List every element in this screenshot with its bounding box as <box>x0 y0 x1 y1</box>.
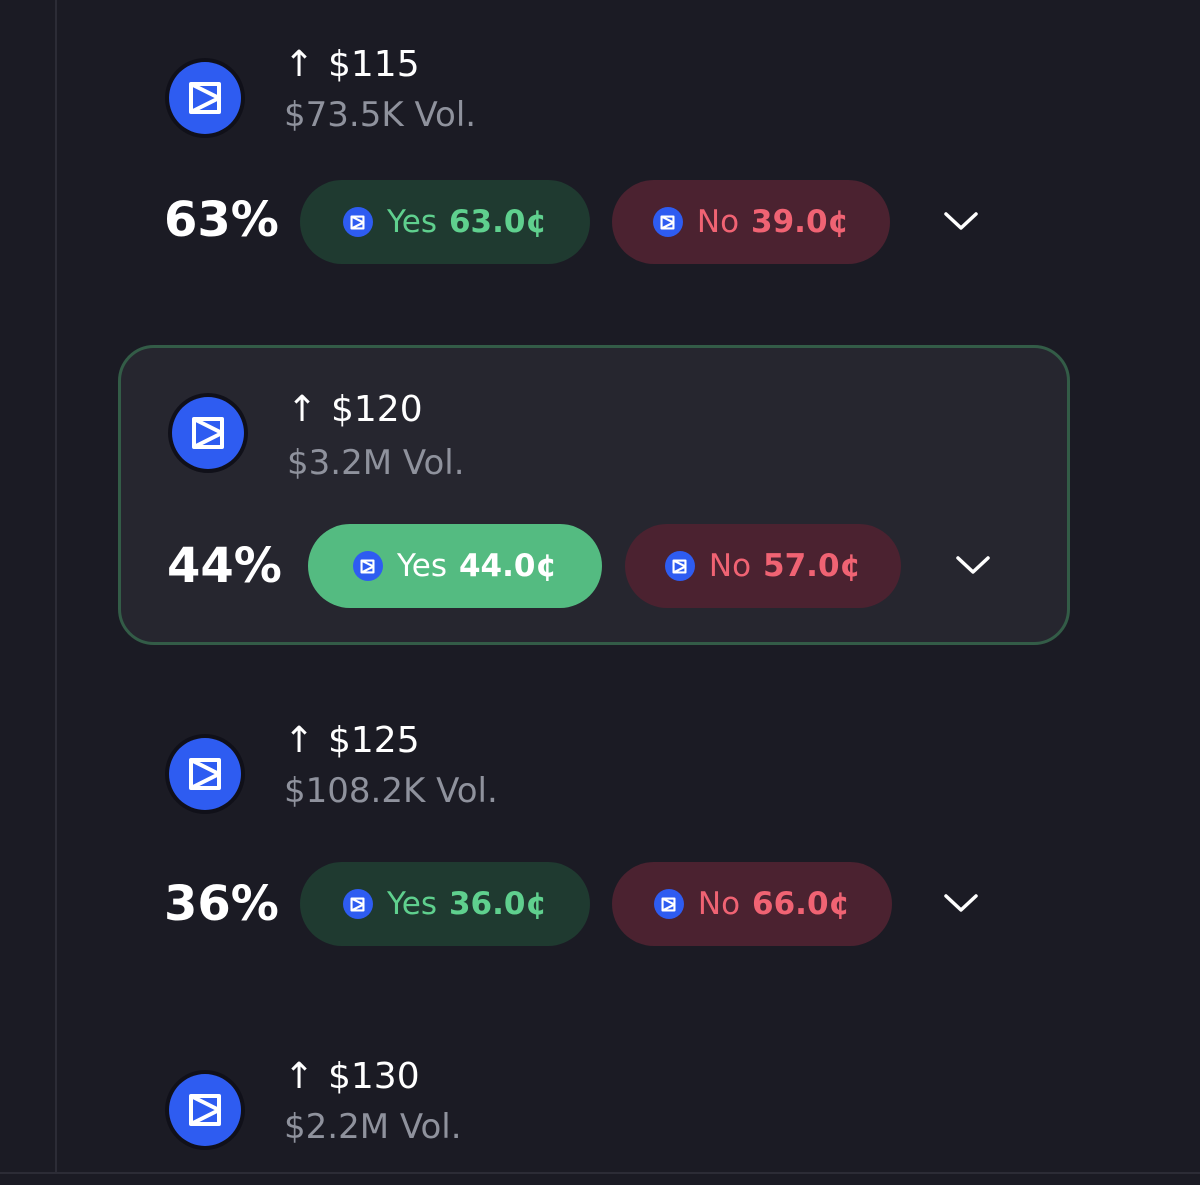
no-label: No <box>696 204 740 240</box>
market-probability: 63% <box>164 192 279 248</box>
market-volume: $2.2M Vol. <box>284 1107 462 1147</box>
yes-price: 44.0¢ <box>458 548 558 584</box>
market-logo-icon <box>165 58 245 138</box>
coin-icon <box>664 551 695 581</box>
market-title-value: $115 <box>328 44 420 85</box>
market-logo-icon <box>165 734 245 814</box>
no-label: No <box>708 548 752 584</box>
market-title: ↑ $120 <box>287 385 423 435</box>
buy-no-button[interactable]: No 66.0¢ <box>612 862 892 946</box>
chevron-down-icon[interactable] <box>950 548 996 584</box>
buy-yes-button[interactable]: Yes 36.0¢ <box>300 862 590 946</box>
no-price: 39.0¢ <box>751 204 850 240</box>
market-volume: $108.2K Vol. <box>284 771 498 811</box>
market-title: ↑ $130 <box>284 1052 420 1102</box>
yes-label: Yes <box>396 548 447 584</box>
market-row[interactable]: ↑ $125 $108.2K Vol. 36% Yes 36.0¢ No 66.0¢ <box>118 716 1070 1016</box>
no-price: 66.0¢ <box>752 886 851 922</box>
market-probability: 36% <box>164 876 279 932</box>
market-row[interactable]: ↑ $130 $2.2M Vol. <box>118 1052 1070 1172</box>
market-title: ↑ $115 <box>284 40 420 90</box>
up-arrow-icon: ↑ <box>287 389 318 430</box>
market-logo-icon <box>168 393 248 473</box>
coin-icon <box>652 207 683 237</box>
market-volume: $73.5K Vol. <box>284 95 477 135</box>
market-title: ↑ $125 <box>284 716 420 766</box>
market-probability: 44% <box>167 538 282 594</box>
market-row[interactable]: ↑ $115 $73.5K Vol. 63% Yes 63.0¢ No 39.0¢ <box>118 40 1070 340</box>
market-logo-icon <box>165 1070 245 1150</box>
buy-no-button[interactable]: No 57.0¢ <box>625 524 901 608</box>
market-title-value: $125 <box>328 720 420 761</box>
left-rail-divider <box>55 0 57 1172</box>
market-row-selected[interactable]: ↑ $120 $3.2M Vol. 44% Yes 44.0¢ No 57.0¢ <box>118 345 1070 645</box>
coin-icon <box>342 207 373 237</box>
buy-yes-button[interactable]: Yes 44.0¢ <box>308 524 602 608</box>
yes-label: Yes <box>386 204 437 240</box>
market-title-value: $120 <box>331 389 423 430</box>
yes-price: 36.0¢ <box>448 886 548 922</box>
yes-label: Yes <box>386 886 437 922</box>
chevron-down-icon[interactable] <box>938 886 984 922</box>
up-arrow-icon: ↑ <box>284 44 315 85</box>
up-arrow-icon: ↑ <box>284 720 315 761</box>
buy-yes-button[interactable]: Yes 63.0¢ <box>300 180 590 264</box>
coin-icon <box>342 889 373 919</box>
bottom-divider <box>0 1172 1200 1174</box>
yes-price: 63.0¢ <box>448 204 548 240</box>
coin-icon <box>653 889 684 919</box>
market-volume: $3.2M Vol. <box>287 443 465 483</box>
no-price: 57.0¢ <box>763 548 862 584</box>
no-label: No <box>697 886 741 922</box>
up-arrow-icon: ↑ <box>284 1056 315 1097</box>
market-title-value: $130 <box>328 1056 420 1097</box>
coin-icon <box>352 551 383 581</box>
chevron-down-icon[interactable] <box>938 204 984 240</box>
buy-no-button[interactable]: No 39.0¢ <box>612 180 890 264</box>
